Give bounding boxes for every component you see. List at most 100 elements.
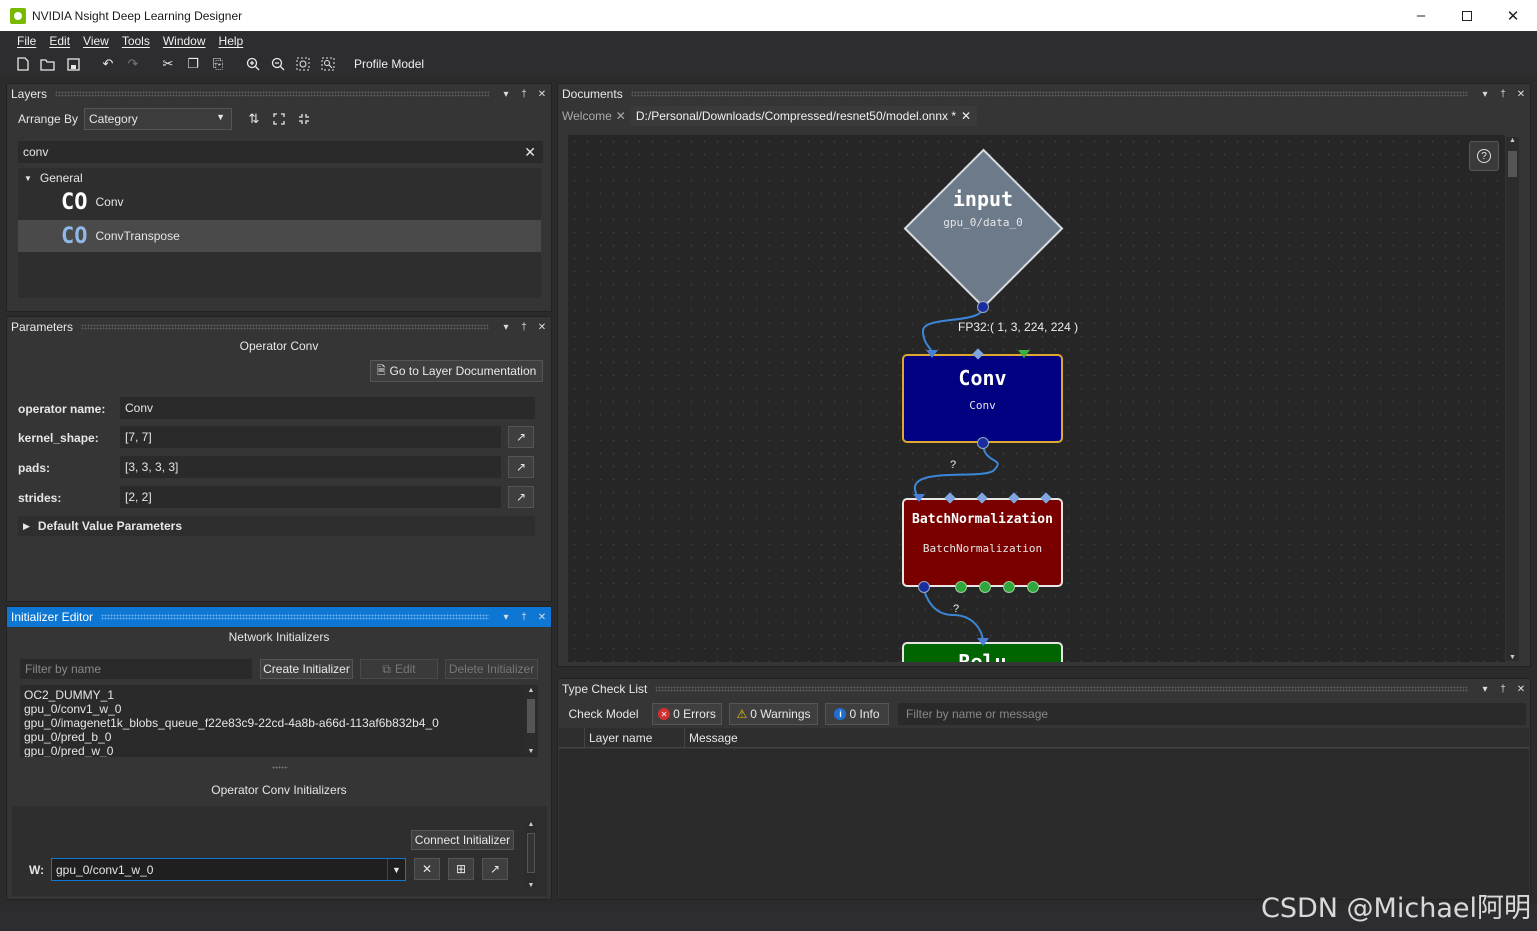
connect-initializer-button[interactable]: Connect Initializer [411,830,514,850]
initializer-filter-input[interactable]: Filter by name [20,659,252,679]
menu-window[interactable]: Window [163,34,206,48]
list-item[interactable]: gpu_0/conv1_w_0 [24,702,534,716]
input-port[interactable] [1018,350,1030,358]
pin-icon[interactable]: † [515,89,533,100]
zoom-fit-icon[interactable] [294,55,312,73]
cut-icon[interactable]: ✂ [159,55,177,73]
column-message[interactable]: Message [685,731,738,745]
operator-name-field[interactable]: Conv [120,397,535,419]
menu-view[interactable]: View [83,34,109,48]
paste-icon[interactable]: ⎘ [209,55,227,73]
pads-field[interactable]: [3, 3, 3, 3] [120,456,501,478]
strides-field[interactable]: [2, 2] [120,486,501,508]
menu-file[interactable]: File [17,34,36,48]
panel-menu-icon[interactable]: ▾ [497,612,515,623]
info-filter-button[interactable]: i 0 Info [825,703,889,725]
check-model-button[interactable]: Check Model [562,703,645,725]
close-window-button[interactable]: ✕ [1490,0,1536,31]
minimize-button[interactable]: – [1398,0,1444,31]
delete-initializer-button[interactable]: Delete Initializer [445,659,538,679]
input-port[interactable] [913,494,925,502]
panel-close-icon[interactable]: ✕ [533,89,551,100]
panel-close-icon[interactable]: ✕ [1512,89,1530,100]
copy-icon[interactable]: ❐ [184,55,202,73]
tab-close-icon[interactable]: ✕ [961,109,971,123]
output-port[interactable] [918,581,930,593]
collapse-all-icon[interactable] [295,110,313,128]
pads-edit-button[interactable]: ↗ [508,456,534,478]
kernel-shape-edit-button[interactable]: ↗ [508,426,534,448]
list-item[interactable]: gpu_0/pred_w_0 [24,744,534,757]
errors-filter-button[interactable]: ✕ 0 Errors [652,703,722,725]
tab-welcome[interactable]: Welcome ✕ [558,106,630,126]
go-to-layer-documentation-button[interactable]: 🗎 Go to Layer Documentation [370,360,543,382]
maximize-button[interactable] [1444,0,1490,31]
column-layer-name[interactable]: Layer name [585,727,685,748]
graph-canvas[interactable]: input gpu_0/data_0 FP32:( 1, 3, 224, 224… [568,135,1505,662]
batchnorm-node[interactable]: BatchNormalization BatchNormalization [902,498,1063,587]
list-item[interactable]: gpu_0/pred_b_0 [24,730,534,744]
panel-menu-icon[interactable]: ▾ [497,89,515,100]
type-check-filter-input[interactable]: Filter by name or message [898,703,1526,725]
input-port[interactable] [926,350,938,358]
pin-icon[interactable]: † [1494,684,1512,695]
layer-search-input[interactable]: conv ✕ [18,141,543,163]
panel-close-icon[interactable]: ✕ [533,612,551,623]
tab-model-onnx[interactable]: D:/Personal/Downloads/Compressed/resnet5… [629,106,978,126]
tree-group-general[interactable]: ▼ General [24,171,83,185]
panel-close-icon[interactable]: ✕ [533,322,551,333]
pin-icon[interactable]: † [1494,89,1512,100]
save-icon[interactable] [64,55,82,73]
input-port[interactable] [977,638,989,646]
kernel-shape-field[interactable]: [7, 7] [120,426,501,448]
disconnect-initializer-button[interactable]: ✕ [414,858,440,880]
output-port[interactable] [1027,581,1039,593]
expand-all-icon[interactable] [270,110,288,128]
sort-icon[interactable]: ⇅ [245,110,263,128]
edit-initializer-button[interactable]: ⧉ Edit [360,659,438,679]
output-port[interactable] [979,581,991,593]
output-port[interactable] [1003,581,1015,593]
open-folder-icon[interactable] [39,55,57,73]
layer-item-conv[interactable]: CO Conv [18,186,541,218]
strides-edit-button[interactable]: ↗ [508,486,534,508]
default-value-parameters-section[interactable]: ▶ Default Value Parameters [18,516,535,536]
panel-menu-icon[interactable]: ▾ [1476,89,1494,100]
panel-menu-icon[interactable]: ▾ [497,322,515,333]
list-item[interactable]: OC2_DUMMY_1 [24,688,534,702]
w-initializer-select[interactable]: gpu_0/conv1_w_0 ▼ [51,858,406,881]
clear-search-icon[interactable]: ✕ [524,144,536,161]
help-button[interactable]: ? [1469,141,1499,171]
pin-icon[interactable]: † [515,322,533,333]
tab-close-icon[interactable]: ✕ [616,109,626,123]
output-port[interactable] [977,437,989,449]
output-port[interactable] [977,301,989,313]
zoom-in-icon[interactable] [244,55,262,73]
canvas-vertical-scrollbar[interactable]: ▲ ▼ [1506,137,1519,661]
output-port[interactable] [955,581,967,593]
operator-initializers-scrollbar[interactable]: ▲ ▼ [525,821,537,889]
warnings-filter-button[interactable]: ⚠ 0 Warnings [729,703,818,725]
list-item[interactable]: gpu_0/imagenet1k_blobs_queue_f22e83c9-22… [24,716,534,730]
splitter-handle[interactable] [272,766,288,769]
create-initializer-button[interactable]: Create Initializer [260,659,353,679]
zoom-out-icon[interactable] [269,55,287,73]
initializer-list-scrollbar[interactable]: ▲ ▼ [525,687,537,755]
zoom-selection-icon[interactable] [319,55,337,73]
add-initializer-button[interactable]: ⊞ [448,858,474,880]
panel-menu-icon[interactable]: ▾ [1476,684,1494,695]
undo-icon[interactable]: ↶ [99,55,117,73]
panel-close-icon[interactable]: ✕ [1512,684,1530,695]
arrange-by-select[interactable]: Category ▼ [84,108,232,130]
layer-item-convtranspose[interactable]: CO ConvTranspose [18,220,541,252]
profile-model-button[interactable]: Profile Model [354,57,424,71]
menu-tools[interactable]: Tools [122,34,150,48]
pin-icon[interactable]: † [515,612,533,623]
new-file-icon[interactable] [14,55,32,73]
menu-edit[interactable]: Edit [49,34,70,48]
conv-node[interactable]: Conv Conv [902,354,1063,443]
redo-icon[interactable]: ↷ [124,55,142,73]
initializer-editor-title: Initializer Editor [11,610,94,624]
open-initializer-button[interactable]: ↗ [482,858,508,880]
menu-help[interactable]: Help [219,34,244,48]
